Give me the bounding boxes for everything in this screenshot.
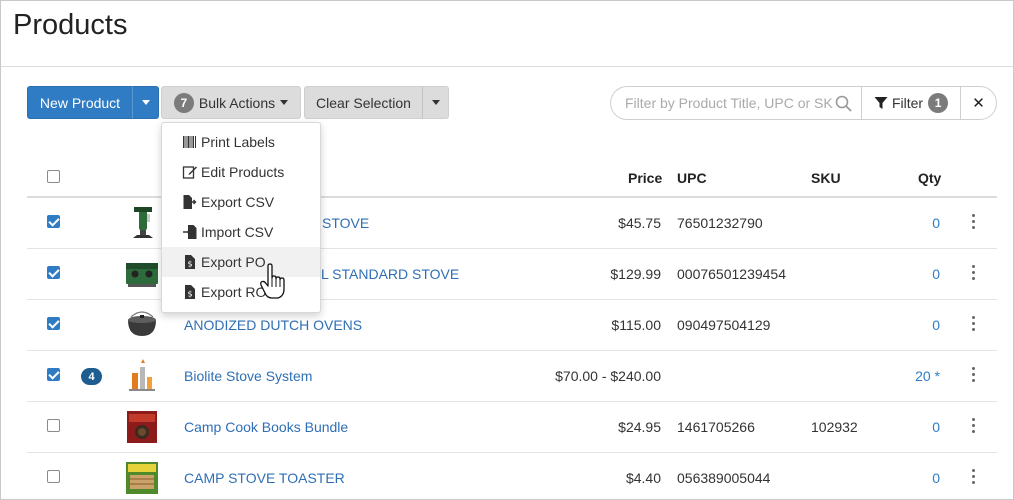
product-title-link[interactable]: Camp Cook Books Bundle bbox=[184, 419, 348, 435]
product-qty-link[interactable]: 0 bbox=[900, 215, 940, 231]
menu-item-edit-products[interactable]: Edit Products bbox=[162, 157, 320, 187]
invoice-file-icon: $ bbox=[185, 255, 195, 269]
import-file-icon bbox=[183, 225, 197, 239]
table-row: Camp Cook Books Bundle $24.95 1461705266… bbox=[27, 402, 997, 453]
product-qty-link[interactable]: 20 * bbox=[900, 368, 940, 384]
product-price: $4.40 bbox=[625, 470, 661, 486]
menu-item-label: Export RO bbox=[201, 284, 267, 300]
product-upc: 76501232790 bbox=[677, 215, 763, 231]
svg-text:$: $ bbox=[187, 260, 192, 269]
product-price: $70.00 - $240.00 bbox=[555, 368, 661, 384]
search-input[interactable] bbox=[625, 95, 833, 111]
product-thumbnail bbox=[129, 359, 155, 391]
row-actions-kebab-icon[interactable] bbox=[970, 214, 976, 232]
product-qty-link[interactable]: 0 bbox=[900, 266, 940, 282]
menu-item-export-csv[interactable]: Export CSV bbox=[162, 187, 320, 217]
bulk-actions-button[interactable]: 7 Bulk Actions bbox=[161, 86, 301, 119]
menu-item-label: Edit Products bbox=[201, 164, 285, 180]
column-header-upc[interactable]: UPC bbox=[677, 170, 707, 186]
product-upc: 090497504129 bbox=[677, 317, 771, 333]
row-actions-kebab-icon[interactable] bbox=[970, 418, 976, 436]
row-actions-kebab-icon[interactable] bbox=[970, 469, 976, 487]
product-upc: 00076501239454 bbox=[677, 266, 787, 282]
row-actions-kebab-icon[interactable] bbox=[970, 265, 976, 283]
column-header-price[interactable]: Price bbox=[628, 170, 662, 186]
table-row: 4 Biolite Stove System $70.00 - $240.00 … bbox=[27, 351, 997, 402]
table-row: CAMP STOVE TOASTER $4.40 056389005044 0 bbox=[27, 453, 997, 499]
bulk-actions-label: Bulk Actions bbox=[198, 94, 276, 111]
clear-filter-button[interactable]: ✕ bbox=[960, 86, 997, 120]
product-title-link[interactable]: CAMP STOVE TOASTER bbox=[184, 470, 345, 486]
product-title-link[interactable]: STOVE bbox=[322, 215, 369, 231]
product-price: $115.00 bbox=[611, 317, 661, 333]
product-sku: 102932 bbox=[811, 419, 858, 435]
row-checkbox[interactable] bbox=[47, 470, 60, 483]
menu-item-export-ro[interactable]: $ Export RO bbox=[162, 277, 320, 307]
barcode-icon bbox=[183, 136, 196, 148]
product-qty-link[interactable]: 0 bbox=[900, 470, 940, 486]
search-box bbox=[610, 86, 862, 120]
menu-item-label: Import CSV bbox=[201, 224, 274, 240]
product-upc: 056389005044 bbox=[677, 470, 771, 486]
row-checkbox[interactable] bbox=[47, 215, 60, 228]
product-price: $45.75 bbox=[618, 215, 661, 231]
caret-down-icon bbox=[431, 100, 440, 105]
product-thumbnail bbox=[133, 207, 153, 238]
row-actions-kebab-icon[interactable] bbox=[970, 316, 976, 334]
product-thumbnail bbox=[128, 311, 156, 336]
clear-selection-label: Clear Selection bbox=[316, 94, 411, 111]
filter-count-badge: 1 bbox=[928, 93, 949, 113]
new-product-label: New Product bbox=[39, 94, 121, 111]
product-qty-link[interactable]: 0 bbox=[900, 419, 940, 435]
edit-icon bbox=[182, 166, 197, 179]
export-file-icon bbox=[183, 195, 197, 209]
variant-count-badge: 4 bbox=[81, 368, 102, 385]
filter-funnel-icon bbox=[874, 97, 888, 109]
row-checkbox[interactable] bbox=[47, 419, 60, 432]
column-header-sku[interactable]: SKU bbox=[811, 170, 841, 186]
row-actions-kebab-icon[interactable] bbox=[970, 367, 976, 385]
new-product-button[interactable]: New Product bbox=[27, 86, 133, 119]
invoice-file-icon: $ bbox=[185, 285, 195, 299]
filter-button[interactable]: Filter 1 bbox=[861, 86, 961, 120]
page-title: Products bbox=[13, 9, 128, 41]
clear-selection-button[interactable]: Clear Selection bbox=[304, 86, 423, 119]
menu-item-label: Export CSV bbox=[201, 194, 275, 210]
svg-text:$: $ bbox=[187, 290, 192, 299]
product-title-link[interactable]: L STANDARD STOVE bbox=[321, 266, 459, 282]
close-icon: ✕ bbox=[972, 95, 985, 112]
product-thumbnail bbox=[126, 462, 158, 494]
product-qty-link[interactable]: 0 bbox=[900, 317, 940, 333]
product-thumbnail bbox=[127, 411, 157, 443]
select-all-checkbox[interactable] bbox=[47, 170, 60, 183]
filter-label: Filter bbox=[891, 95, 924, 111]
product-thumbnail bbox=[126, 263, 158, 287]
product-upc: 1461705266 bbox=[677, 419, 755, 435]
caret-down-icon bbox=[280, 100, 289, 105]
page-header: Products bbox=[1, 1, 1013, 67]
menu-item-import-csv[interactable]: Import CSV bbox=[162, 217, 320, 247]
product-title-link[interactable]: ANODIZED DUTCH OVENS bbox=[184, 317, 362, 333]
caret-down-icon bbox=[141, 100, 150, 105]
menu-item-label: Print Labels bbox=[201, 134, 275, 150]
new-product-dropdown-toggle[interactable] bbox=[132, 86, 159, 119]
search-icon[interactable] bbox=[835, 95, 852, 112]
row-checkbox[interactable] bbox=[47, 317, 60, 330]
row-checkbox[interactable] bbox=[47, 368, 60, 381]
row-checkbox[interactable] bbox=[47, 266, 60, 279]
clear-selection-dropdown-toggle[interactable] bbox=[422, 86, 449, 119]
product-price: $129.99 bbox=[610, 266, 661, 282]
menu-item-print-labels[interactable]: Print Labels bbox=[162, 127, 320, 157]
product-price: $24.95 bbox=[618, 419, 661, 435]
menu-item-label: Export PO bbox=[201, 254, 266, 270]
bulk-actions-menu: Print Labels Edit Products Export CSV Im… bbox=[161, 122, 321, 313]
hand-pointer-cursor-icon bbox=[260, 263, 285, 299]
products-page: Products New Product 7 Bulk Actions Clea… bbox=[0, 0, 1014, 500]
selected-count-badge: 7 bbox=[173, 92, 194, 113]
product-title-link[interactable]: Biolite Stove System bbox=[184, 368, 312, 384]
column-header-qty[interactable]: Qty bbox=[918, 170, 941, 186]
menu-item-export-po[interactable]: $ Export PO bbox=[162, 247, 320, 277]
